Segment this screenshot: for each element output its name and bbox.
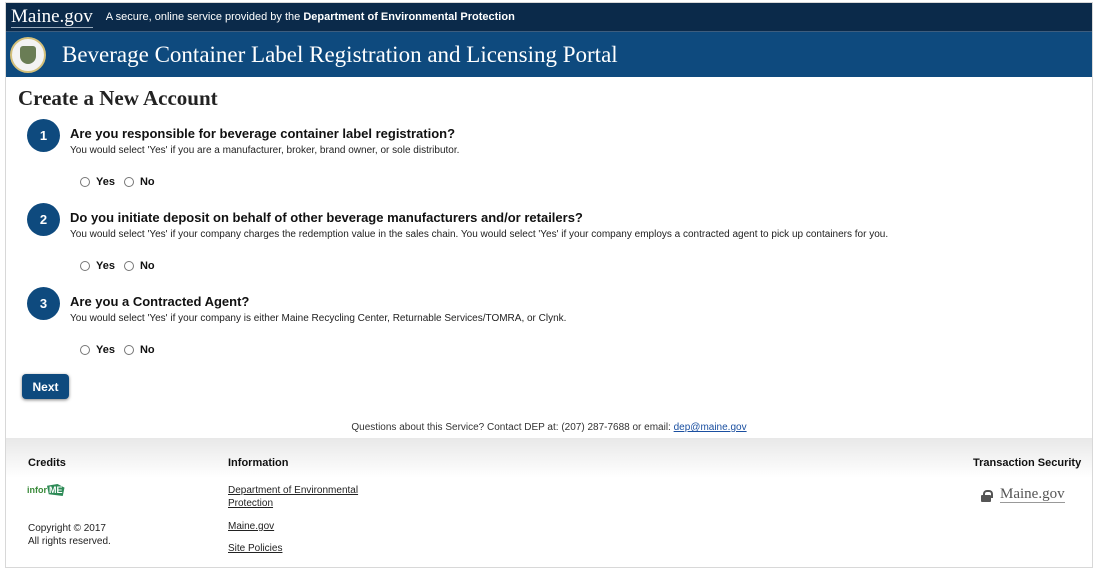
q3-no-radio[interactable] — [123, 345, 134, 355]
question-number: 1 — [27, 119, 60, 152]
option-label: Yes — [96, 176, 115, 188]
information-heading: Information — [228, 457, 289, 469]
copyright-line: Copyright © 2017 — [28, 523, 106, 534]
tagline-prefix: A secure, online service provided by the — [105, 11, 304, 23]
portal-title: Beverage Container Label Registration an… — [62, 41, 618, 67]
dep-link-line2: Protection — [228, 498, 274, 509]
portal-banner: Beverage Container Label Registration an… — [6, 32, 1092, 77]
question-number: 2 — [27, 203, 60, 236]
informe-logo[interactable]: infor ME — [27, 484, 65, 496]
state-seal-icon — [10, 36, 46, 73]
question-title: Are you responsible for beverage contain… — [70, 126, 456, 141]
q3-yes-option[interactable]: Yes — [80, 344, 115, 356]
question-options: Yes No — [80, 260, 164, 272]
q1-yes-radio[interactable] — [80, 177, 90, 187]
top-strip: Maine.gov A secure, online service provi… — [6, 3, 1092, 32]
option-label: Yes — [96, 344, 115, 356]
lock-icon — [981, 490, 993, 502]
question-options: Yes No — [80, 344, 164, 356]
informe-logo-me: ME — [47, 484, 65, 496]
question-title: Do you initiate deposit on behalf of oth… — [70, 210, 583, 225]
q1-yes-option[interactable]: Yes — [80, 176, 115, 188]
page-frame: Maine.gov A secure, online service provi… — [5, 2, 1093, 568]
maine-gov-link[interactable]: Maine.gov — [228, 520, 274, 533]
dep-link[interactable]: Department of Environmental Protection — [228, 484, 358, 510]
site-policies-link[interactable]: Site Policies — [228, 542, 282, 555]
informe-logo-text: infor — [27, 485, 47, 495]
maine-gov-security-logo[interactable]: Maine.gov — [1000, 486, 1065, 503]
q2-no-option[interactable]: No — [123, 260, 155, 272]
question-title: Are you a Contracted Agent? — [70, 294, 250, 309]
q2-yes-radio[interactable] — [80, 261, 90, 271]
option-label: Yes — [96, 260, 115, 272]
service-tagline: A secure, online service provided by the… — [106, 11, 515, 23]
q2-no-radio[interactable] — [123, 261, 134, 271]
question-help: You would select 'Yes' if your company i… — [70, 313, 567, 324]
q1-no-option[interactable]: No — [123, 176, 155, 188]
maine-gov-logo[interactable]: Maine.gov — [11, 6, 93, 28]
footer: Credits infor ME Copyright © 2017 All rig… — [6, 438, 1092, 567]
dep-link-line1: Department of Environmental — [228, 485, 359, 496]
q3-yes-radio[interactable] — [80, 345, 90, 355]
question-help: You would select 'Yes' if you are a manu… — [70, 145, 460, 156]
q2-yes-option[interactable]: Yes — [80, 260, 115, 272]
contact-text: Questions about this Service? Contact DE… — [351, 422, 674, 433]
question-number: 3 — [27, 287, 60, 320]
page-title: Create a New Account — [18, 86, 218, 110]
contact-email-link[interactable]: dep@maine.gov — [674, 422, 747, 433]
rights-line: All rights reserved. — [28, 536, 111, 547]
transaction-security-heading: Transaction Security — [973, 457, 1082, 469]
option-label: No — [139, 176, 155, 188]
next-button[interactable]: Next — [22, 374, 69, 399]
option-label: No — [139, 344, 155, 356]
tagline-org: Department of Environmental Protection — [303, 11, 515, 23]
question-help: You would select 'Yes' if your company c… — [70, 229, 889, 240]
credits-heading: Credits — [28, 457, 66, 469]
q3-no-option[interactable]: No — [123, 344, 155, 356]
contact-line: Questions about this Service? Contact DE… — [6, 422, 1092, 433]
option-label: No — [139, 260, 155, 272]
q1-no-radio[interactable] — [123, 177, 134, 187]
question-options: Yes No — [80, 176, 164, 188]
